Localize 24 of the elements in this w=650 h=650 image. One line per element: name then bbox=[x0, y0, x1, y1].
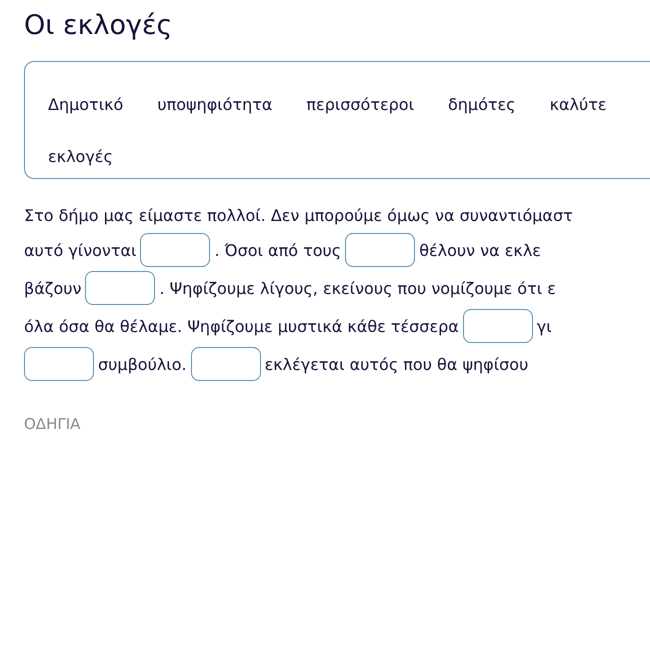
answer-box[interactable] bbox=[24, 347, 94, 381]
answer-box[interactable] bbox=[462, 309, 533, 343]
answer-box[interactable] bbox=[85, 271, 156, 305]
passage-text: όλα όσα θα θέλαμε. Ψηφίζουμε μυστικά κάθε τέσσερα bbox=[24, 316, 459, 336]
word-chip[interactable]: Δημοτικό bbox=[48, 94, 124, 114]
passage-text: αυτό γίνονται bbox=[24, 240, 136, 260]
instructions-label: ΟΔΗΓΙΑ bbox=[24, 415, 80, 433]
answer-box[interactable] bbox=[190, 347, 261, 381]
passage-text: βάζουν bbox=[24, 278, 82, 298]
passage-text: Στο δήμο μας είμαστε πολλοί. Δεν μπορούμε όμως να συναντιόμαστ bbox=[24, 206, 573, 224]
word-chip[interactable]: υποψηφιότητα bbox=[157, 94, 272, 114]
passage-text: . Όσοι από τους bbox=[214, 240, 342, 260]
word-chip[interactable]: εκλογές bbox=[48, 146, 113, 166]
word-chip[interactable]: περισσότεροι bbox=[306, 94, 414, 114]
passage-text: συμβούλιο. bbox=[98, 354, 187, 374]
passage-text: γι bbox=[536, 316, 552, 336]
page-title: Οι εκλογές bbox=[24, 10, 174, 41]
passage-text: . Ψηφίζουμε λίγους, εκείνους που νομίζουμε ότι ε bbox=[159, 278, 556, 298]
word-chip[interactable]: δημότες bbox=[448, 94, 516, 114]
word-chip[interactable]: καλύτε bbox=[550, 94, 607, 114]
passage-text: θέλουν να εκλε bbox=[419, 240, 541, 260]
answer-box[interactable] bbox=[345, 233, 416, 267]
answer-box[interactable] bbox=[140, 233, 210, 267]
passage-text: εκλέγεται αυτός που θα ψηφίσου bbox=[264, 354, 528, 374]
